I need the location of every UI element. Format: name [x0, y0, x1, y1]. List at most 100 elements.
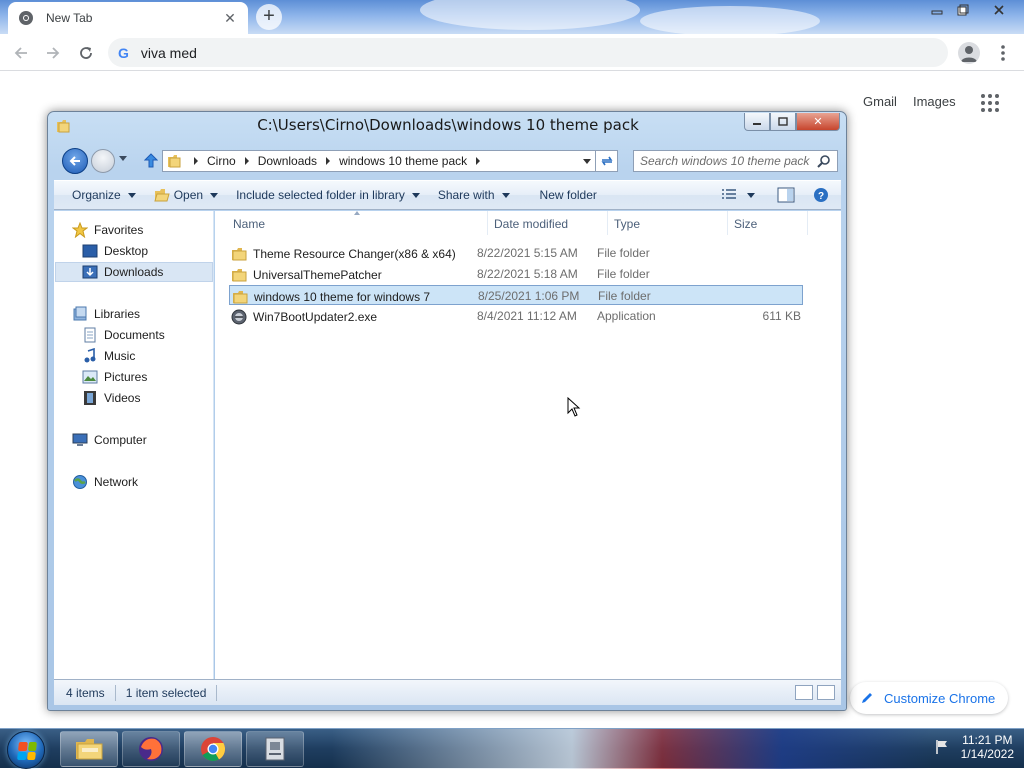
status-divider [216, 684, 218, 701]
images-link[interactable]: Images [913, 94, 956, 109]
open-label: Open [173, 188, 204, 202]
file-row[interactable]: UniversalThemePatcher 8/22/2021 5:18 AM … [229, 264, 803, 284]
taskbar-clock[interactable]: 11:21 PM 1/14/2022 [961, 733, 1014, 761]
maximize-icon [778, 116, 788, 126]
breadcrumb-chevron-icon[interactable] [476, 157, 481, 165]
wallpaper-cloud [640, 6, 820, 36]
details-view-button[interactable] [795, 685, 813, 700]
back-button[interactable] [8, 40, 34, 66]
open-button[interactable]: Open [154, 188, 219, 202]
file-row-selected[interactable]: windows 10 theme for windows 7 8/25/2021… [229, 285, 803, 305]
taskbar-app-button[interactable] [246, 731, 304, 767]
include-in-library-button[interactable]: Include selected folder in library [236, 188, 420, 202]
address-bar[interactable]: Cirno Downloads windows 10 theme pack [162, 150, 596, 172]
file-size: 611 KB [762, 309, 801, 323]
reload-button[interactable] [73, 40, 99, 66]
new-folder-label: New folder [539, 188, 597, 202]
nav-item-network[interactable]: Network [72, 472, 230, 492]
file-type: Application [597, 309, 656, 323]
file-row[interactable]: Theme Resource Changer(x86 & x64) 8/22/2… [229, 243, 803, 263]
system-tray: 11:21 PM 1/14/2022 [933, 733, 1014, 761]
breadcrumb-chevron-icon[interactable] [244, 157, 249, 165]
chevron-down-icon [411, 192, 420, 198]
column-divider[interactable] [727, 211, 728, 235]
chrome-menu-button[interactable] [996, 42, 1010, 64]
column-header-name[interactable]: Name [233, 217, 265, 231]
file-date: 8/22/2021 5:18 AM [477, 267, 578, 281]
explorer-close-button[interactable]: ✕ [796, 113, 840, 131]
restore-icon [957, 4, 969, 16]
browser-restore-button[interactable] [948, 0, 978, 20]
explorer-back-button[interactable] [62, 148, 88, 174]
refresh-button[interactable] [596, 150, 618, 172]
taskbar-explorer-button[interactable] [60, 731, 118, 767]
share-with-button[interactable]: Share with [438, 188, 510, 202]
column-divider[interactable] [607, 211, 608, 235]
address-history-dropdown-icon[interactable] [583, 159, 591, 164]
omnibox[interactable]: G viva med [108, 38, 948, 67]
arrow-left-icon [14, 47, 27, 59]
google-apps-icon[interactable] [981, 94, 999, 112]
gmail-link[interactable]: Gmail [863, 94, 897, 109]
omnibox-text[interactable]: viva med [141, 45, 197, 61]
start-button[interactable] [7, 731, 45, 769]
tab-new-tab[interactable]: New Tab ✕ [8, 2, 248, 34]
command-bar: Organize Open Include selected folder in… [54, 180, 841, 210]
breadcrumb-item[interactable]: windows 10 theme pack [339, 154, 467, 168]
chrome-tab-strip: New Tab ✕ + [0, 0, 1024, 36]
column-header-type[interactable]: Type [614, 217, 640, 231]
column-divider[interactable] [487, 211, 488, 235]
explorer-maximize-button[interactable] [770, 113, 796, 131]
item-count: 4 items [66, 685, 105, 700]
tab-close-icon[interactable]: ✕ [222, 10, 238, 27]
action-center-flag-icon[interactable] [933, 738, 951, 756]
file-row[interactable]: Win7BootUpdater2.exe 8/4/2021 11:12 AM A… [229, 306, 803, 326]
recent-pages-dropdown-icon[interactable] [119, 156, 127, 161]
breadcrumb-chevron-icon[interactable] [194, 157, 198, 165]
taskbar-firefox-button[interactable] [122, 731, 180, 767]
google-g-icon: G [118, 44, 129, 61]
nav-item-computer[interactable]: Computer [72, 430, 230, 450]
file-name-cell: Theme Resource Changer(x86 & x64) [229, 246, 456, 262]
nav-item-downloads[interactable]: Downloads [55, 262, 213, 282]
profile-avatar-button[interactable] [958, 42, 980, 64]
large-icons-view-button[interactable] [817, 685, 835, 700]
downloads-icon [82, 264, 98, 280]
breadcrumb-item[interactable]: Downloads [258, 154, 317, 168]
browser-close-button[interactable] [982, 0, 1016, 20]
organize-button[interactable]: Organize [72, 188, 136, 202]
customize-chrome-label: Customize Chrome [884, 690, 996, 706]
chevron-down-icon[interactable] [747, 192, 755, 198]
view-details-icon[interactable] [721, 188, 737, 202]
file-name: Theme Resource Changer(x86 & x64) [253, 247, 456, 261]
new-folder-button[interactable]: New folder [540, 188, 597, 202]
search-input[interactable]: Search windows 10 theme pack [633, 150, 838, 172]
chevron-down-icon [501, 192, 510, 198]
folder-icon [168, 155, 181, 168]
nav-item-favorites[interactable]: Favorites [72, 220, 230, 240]
forward-button[interactable] [40, 40, 66, 66]
customize-chrome-button[interactable]: Customize Chrome [850, 682, 1008, 714]
taskbar-chrome-button[interactable] [184, 731, 242, 767]
file-name-cell: UniversalThemePatcher [229, 267, 382, 283]
minimize-icon [753, 122, 761, 125]
computer-icon [72, 432, 88, 448]
preview-pane-icon[interactable] [777, 187, 795, 203]
breadcrumb-chevron-icon[interactable] [326, 157, 331, 165]
help-icon[interactable]: ? [813, 187, 829, 203]
svg-text:?: ? [818, 191, 824, 202]
file-name-cell: windows 10 theme for windows 7 [230, 289, 430, 305]
column-divider[interactable] [807, 211, 808, 235]
new-tab-button[interactable]: + [256, 4, 282, 30]
folder-icon [76, 739, 103, 760]
column-header-size[interactable]: Size [734, 217, 757, 231]
explorer-minimize-button[interactable] [744, 113, 770, 131]
column-header-date[interactable]: Date modified [494, 217, 568, 231]
music-icon [82, 348, 98, 364]
nav-item-label: Pictures [104, 370, 148, 384]
nav-item-libraries[interactable]: Libraries [72, 304, 230, 324]
up-folder-button[interactable] [143, 152, 159, 171]
breadcrumb-item[interactable]: Cirno [207, 154, 236, 168]
sort-ascending-icon [354, 211, 360, 215]
explorer-forward-button[interactable] [91, 149, 115, 173]
